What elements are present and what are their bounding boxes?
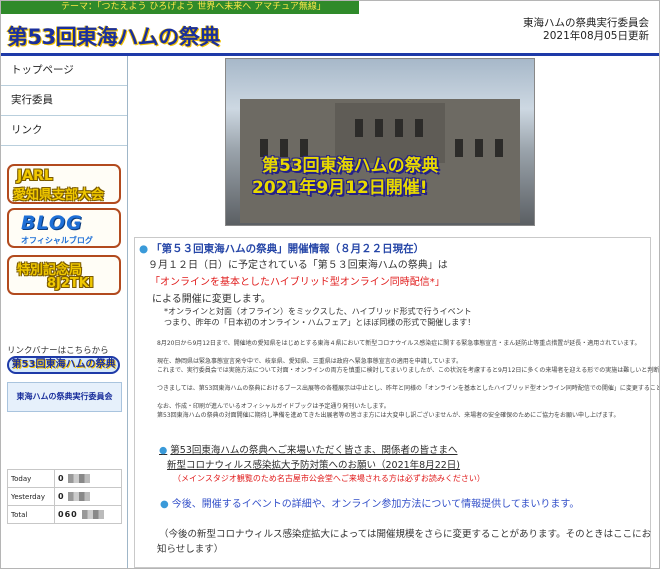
window: [455, 139, 463, 157]
special-banner-line2: 8J2TKI: [47, 276, 94, 291]
detail-line: 第53回東海ハムの祭典の対面開催に期待し準備を進めてきた出展者等の皆さま方には大…: [157, 412, 620, 419]
window: [375, 119, 383, 137]
detail-line: なお、作成・印刷が進んでいるオフィシャルガイドブックは予定通り発刊いたします。: [157, 403, 390, 410]
counter-row: Total 060: [7, 505, 122, 524]
organizer-box[interactable]: 東海ハムの祭典実行委員会: [7, 382, 122, 412]
bullet-icon: ●: [160, 499, 169, 510]
counter-label: Today: [7, 469, 55, 488]
nav-item-top[interactable]: トップページ: [1, 56, 127, 86]
bullet-icon: ●: [139, 243, 149, 255]
hybrid-note-line2: つまり、昨年の「日本初のオンライン・ハムフェア」とほぼ同様の形式で開催します！: [164, 318, 476, 327]
counter-value: 060: [54, 505, 122, 524]
jarl-banner-line2: 愛知県支部大会: [13, 188, 105, 203]
window: [395, 119, 403, 137]
window: [495, 139, 503, 157]
counter-row: Today 0: [7, 469, 122, 488]
hold-change-line: による開催に変更します。: [152, 294, 271, 305]
window: [475, 139, 483, 157]
future-change-line1: （今後の新型コロナウィルス感染症拡大によっては開催規模をさらに変更することがあり…: [159, 529, 652, 540]
site-header: テーマ：「つたえよう ひろげよう 世界へ未来へ アマチュア無線」 第53回東海ハ…: [1, 1, 659, 53]
page-frame: テーマ：「つたえよう ひろげよう 世界へ未来へ アマチュア無線」 第53回東海ハ…: [0, 0, 660, 569]
jarl-banner-line1: JARL: [17, 168, 53, 184]
blog-banner-line2: オフィシャルブログ: [21, 236, 93, 245]
special-station-banner[interactable]: 特別記念局 8J2TKI: [7, 255, 121, 295]
event-date-line: ９月１２日（日）に予定されている「第５３回東海ハムの祭典」は: [148, 260, 448, 271]
counter-value: 0: [54, 487, 122, 506]
header-updated-date: 2021年08月05日更新: [543, 30, 649, 42]
mosaic-block: [68, 474, 91, 483]
counter-value: 0: [54, 469, 122, 488]
covid-notice-link-line2[interactable]: 新型コロナウィルス感染拡大予防対策へのお願い（2021年8月22日): [167, 457, 460, 471]
link-banner[interactable]: 第53回東海ハムの祭典: [7, 356, 120, 374]
detail-line: これまで、実行委員会では実施方法について対面・オンラインの両方を慎重に検討してま…: [157, 367, 660, 374]
counter-label: Yesterday: [7, 487, 55, 506]
nav-item-committee[interactable]: 実行委員: [1, 86, 127, 116]
jarl-banner[interactable]: JARL 愛知県支部大会: [7, 164, 121, 204]
sidebar: トップページ 実行委員 リンク JARL 愛知県支部大会 BLOG オフィシャル…: [1, 56, 128, 568]
update-notice: ● 今後、開催するイベントの詳細や、オンライン参加方法について情報提供してまいりま…: [160, 499, 580, 510]
nav-item-links[interactable]: リンク: [1, 116, 127, 146]
detail-line: 現在、静岡県は緊急事態宣言発令中で、岐阜県、愛知県、三重県は政府へ緊急事態宣言の…: [157, 358, 462, 365]
counter-row: Yesterday 0: [7, 487, 122, 506]
blog-banner[interactable]: BLOG オフィシャルブログ: [7, 208, 121, 248]
detail-line: 8月20日から9月12日まで、開催地の愛知県をはじめとする東海４県において新型コ…: [157, 340, 641, 347]
hero-image: 第53回東海ハムの祭典 2021年9月12日開催!: [225, 58, 535, 226]
link-banner-caption: リンクバナーはこちらから: [7, 346, 109, 356]
window: [415, 119, 423, 137]
info-heading: ● 「第５３回東海ハムの祭典」開催情報（８月２２日現在）: [139, 243, 425, 255]
access-counter: Today 0 Yesterday 0 Total 060: [7, 469, 122, 524]
bullet-icon: ●: [159, 445, 168, 456]
hybrid-note-line1: *オンラインと対面（オフライン）をミックスした、ハイブリッド形式で行うイベント: [164, 307, 472, 316]
covid-notice-link[interactable]: ● 第53回東海ハムの祭典へご来場いただく皆さま、関係者の皆さまへ: [159, 442, 458, 456]
site-logo-title[interactable]: 第53回東海ハムの祭典: [7, 21, 220, 51]
counter-label: Total: [7, 505, 55, 524]
blog-banner-line1: BLOG: [21, 212, 83, 234]
header-org-info: 東海ハムの祭典実行委員会 2021年08月05日更新: [523, 17, 649, 43]
window: [355, 119, 363, 137]
mosaic-block: [68, 492, 91, 501]
mosaic-block: [81, 510, 104, 519]
header-org-name: 東海ハムの祭典実行委員会: [523, 17, 649, 29]
detail-line: つきましては、第53回東海ハムの祭典におけるブース出展等の各種展示は中止とし、昨…: [157, 385, 660, 392]
hero-date: 2021年9月12日開催!: [252, 178, 428, 198]
theme-bar: テーマ：「つたえよう ひろげよう 世界へ未来へ アマチュア無線」: [1, 1, 359, 14]
covid-notice-caution: （メインスタジオ観覧のため名古屋市公会堂へご来場される方は必ずお読みください）: [173, 474, 485, 483]
hybrid-format-line: 「オンラインを基本としたハイブリッド型オンライン同時配信*」: [150, 277, 445, 288]
future-change-line2: 知らせします）: [157, 544, 224, 555]
